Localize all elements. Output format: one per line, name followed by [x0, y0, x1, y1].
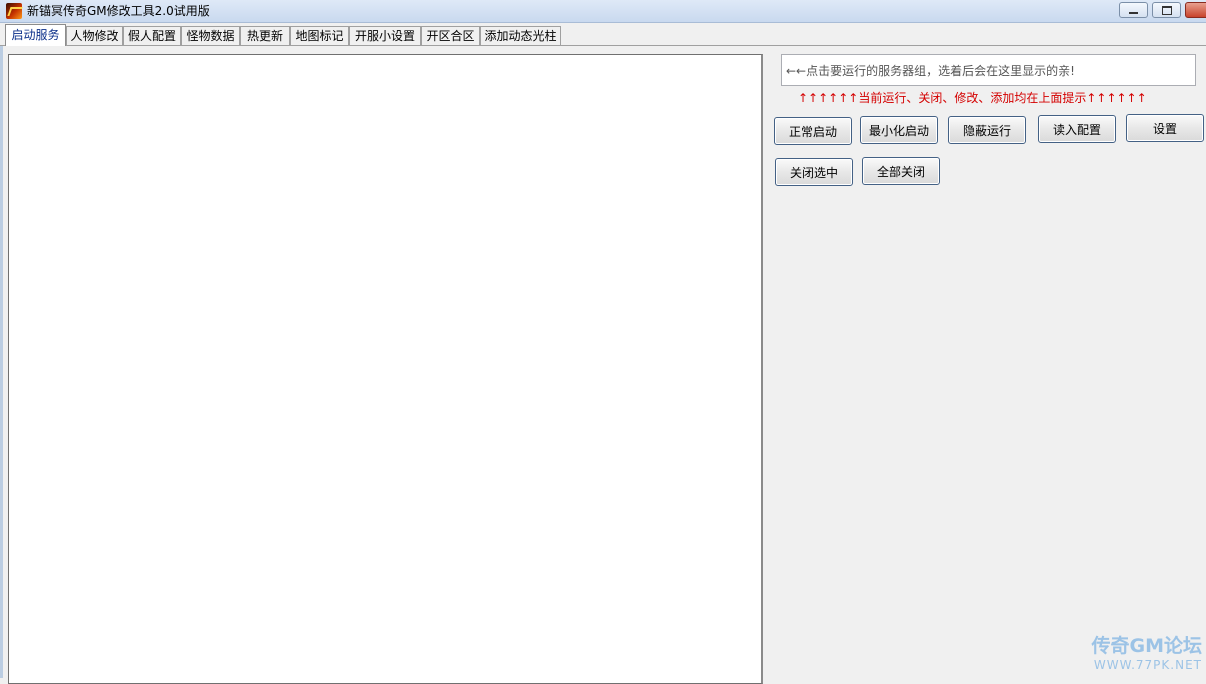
- minimize-icon: [1129, 12, 1138, 14]
- status-hint: ↑↑↑↑↑↑当前运行、关闭、修改、添加均在上面提示↑↑↑↑↑↑: [798, 91, 1147, 105]
- tab-server-settings[interactable]: 开服小设置: [349, 26, 421, 45]
- watermark-url: WWW.77PK.NET: [1093, 658, 1202, 672]
- title-bar: 新锚冥传奇GM修改工具2.0试用版: [0, 0, 1206, 23]
- window-title: 新锚冥传奇GM修改工具2.0试用版: [27, 4, 210, 18]
- selected-server-field[interactable]: [781, 54, 1196, 86]
- settings-button[interactable]: 设置: [1126, 114, 1204, 142]
- hidden-run-button[interactable]: 隐蔽运行: [948, 116, 1026, 144]
- tab-bot-config[interactable]: 假人配置: [123, 26, 181, 45]
- normal-start-button[interactable]: 正常启动: [774, 117, 852, 145]
- server-group-list[interactable]: [8, 54, 763, 684]
- tab-divider: [0, 45, 1206, 46]
- maximize-icon: [1161, 5, 1172, 15]
- close-all-button[interactable]: 全部关闭: [862, 157, 940, 185]
- watermark-name: 传奇GM论坛: [1091, 635, 1202, 657]
- tab-open-merge-zone[interactable]: 开区合区: [421, 26, 480, 45]
- window-left-edge: [0, 46, 3, 678]
- watermark: 传奇GM论坛 WWW.77PK.NET: [1084, 634, 1202, 672]
- tab-monster-data[interactable]: 怪物数据: [181, 26, 240, 45]
- tab-add-light-pillar[interactable]: 添加动态光柱: [480, 26, 561, 45]
- tab-start-service[interactable]: 启动服务: [5, 24, 66, 46]
- tab-strip: 启动服务 人物修改 假人配置 怪物数据 热更新 地图标记 开服小设置 开区合区 …: [0, 24, 1206, 46]
- maximize-button[interactable]: [1152, 2, 1181, 18]
- read-config-button[interactable]: 读入配置: [1038, 115, 1116, 143]
- tab-map-markers[interactable]: 地图标记: [290, 26, 349, 45]
- close-selected-button[interactable]: 关闭选中: [775, 158, 853, 186]
- minimize-button[interactable]: [1119, 2, 1148, 18]
- close-window-button[interactable]: [1185, 2, 1206, 18]
- tab-character-edit[interactable]: 人物修改: [66, 26, 123, 45]
- minimize-start-button[interactable]: 最小化启动: [860, 116, 938, 144]
- tab-hot-update[interactable]: 热更新: [240, 26, 290, 45]
- app-logo-icon: [6, 3, 22, 19]
